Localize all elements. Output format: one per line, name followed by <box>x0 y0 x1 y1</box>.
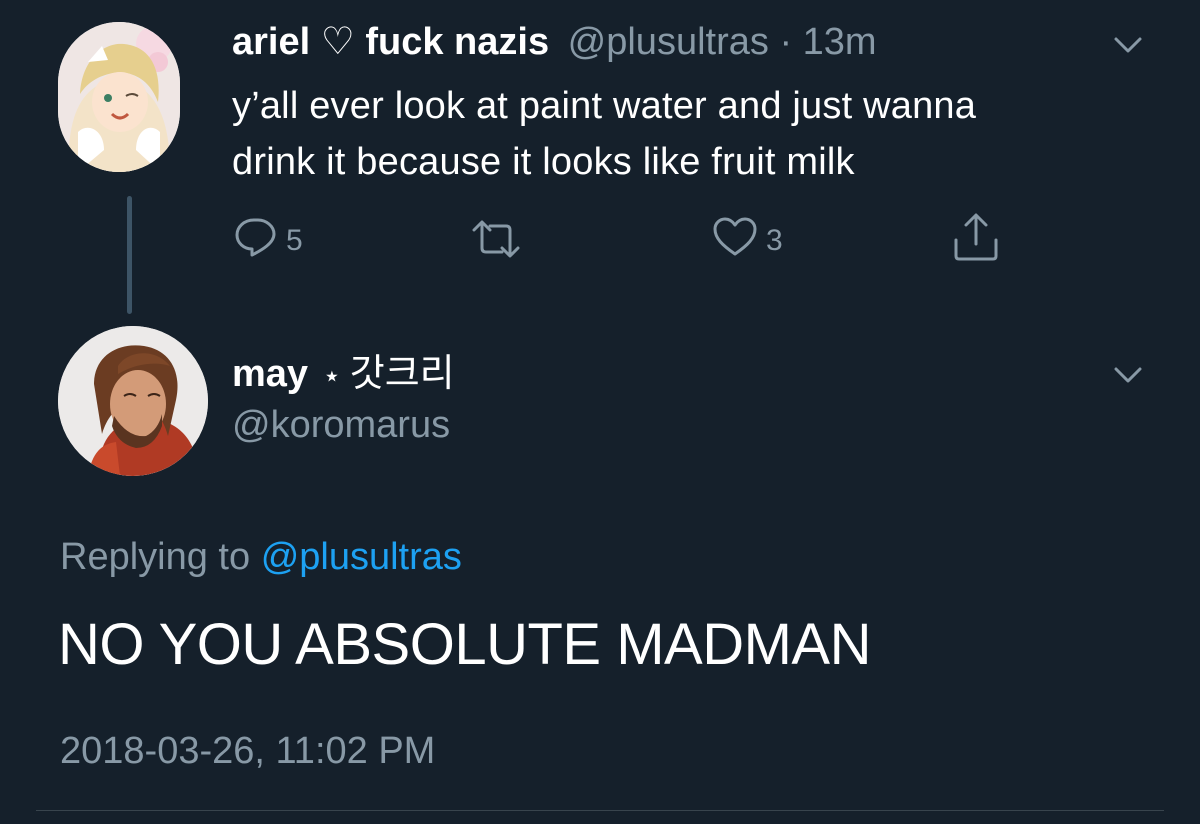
reply-author-name[interactable]: may ⋆ 갓크리 <box>232 350 455 405</box>
tweet-timestamp[interactable]: 2018-03-26, 11:02 PM <box>60 728 435 774</box>
reply-button[interactable]: 5 <box>234 216 303 266</box>
share-button[interactable] <box>952 212 1000 270</box>
thread-connector-line <box>127 196 132 314</box>
reply-tweet-text: NO YOU ABSOLUTE MADMAN <box>58 612 871 677</box>
replying-to-link[interactable]: @plusultras <box>261 536 462 578</box>
like-button[interactable]: 3 <box>712 216 783 266</box>
display-name[interactable]: ariel ♡ fuck nazis <box>232 21 549 63</box>
divider <box>36 810 1164 811</box>
heart-icon <box>712 216 758 266</box>
star-symbol: ⋆ <box>322 360 342 393</box>
time-ago: 13m <box>802 21 877 63</box>
separator-dot: · <box>779 21 793 63</box>
tweet-menu-chevron-icon[interactable] <box>1113 36 1143 59</box>
display-name-suffix: 갓크리 <box>349 351 455 395</box>
tweet-text-line-1: y’all ever look at paint water and just … <box>232 85 977 127</box>
retweet-icon <box>470 220 522 266</box>
user-handle[interactable]: @plusultras <box>568 21 769 63</box>
share-icon <box>952 212 1000 270</box>
replying-to-line: Replying to @plusultras <box>60 534 462 580</box>
like-count: 3 <box>766 224 783 257</box>
display-name: may <box>232 353 309 395</box>
user-handle[interactable]: @koromarus <box>232 402 450 448</box>
tweet-header: ariel ♡ fuck nazis @plusultras · 13m <box>232 20 877 64</box>
reply-count: 5 <box>286 224 303 257</box>
tweet-text: y’all ever look at paint water and just … <box>232 78 1132 190</box>
replying-to-label: Replying to <box>60 536 251 578</box>
reply-icon <box>234 216 278 266</box>
avatar-ariel[interactable] <box>58 22 180 172</box>
retweet-button[interactable] <box>470 220 522 266</box>
tweet-text-line-2: drink it because it looks like fruit mil… <box>232 141 855 183</box>
tweet-menu-chevron-icon[interactable] <box>1113 366 1143 389</box>
avatar-may[interactable] <box>58 326 208 476</box>
